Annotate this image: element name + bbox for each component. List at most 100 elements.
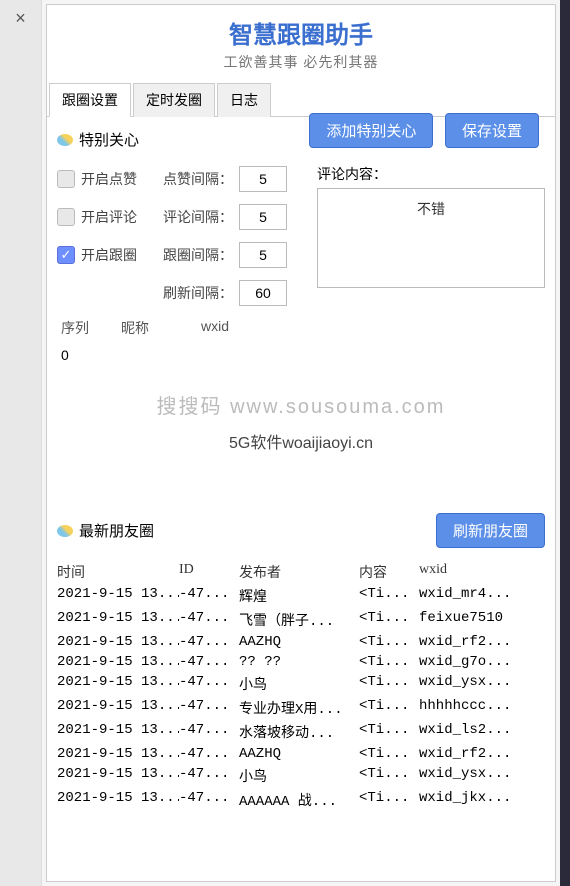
checkbox-like-label: 开启点赞 bbox=[81, 169, 137, 189]
special-table: 序列 昵称 wxid 0 bbox=[57, 316, 545, 370]
cell-wxid: wxid_ysx... bbox=[419, 766, 529, 786]
checkbox-comment-label: 开启评论 bbox=[81, 207, 137, 227]
cell-time: 2021-9-15 13... bbox=[57, 674, 179, 694]
refresh-interval-input[interactable] bbox=[239, 280, 287, 306]
cell-id: -47... bbox=[179, 766, 239, 786]
col-publisher: 发布者 bbox=[239, 562, 359, 582]
cell-time: 2021-9-15 13... bbox=[57, 586, 179, 606]
col-wxid: wxid bbox=[197, 316, 297, 340]
moments-table: 时间 ID 发布者 内容 wxid 2021-9-15 13...-47...辉… bbox=[57, 562, 545, 810]
comment-interval-input[interactable] bbox=[239, 204, 287, 230]
cell-pub: 水落坡移动... bbox=[239, 722, 359, 742]
checkbox-follow[interactable] bbox=[57, 246, 75, 264]
cell-pub: ?? ?? bbox=[239, 654, 359, 670]
table-row[interactable]: 2021-9-15 13...-47...?? ??<Ti...wxid_g7o… bbox=[57, 654, 545, 670]
cell-wxid: feixue7510 bbox=[419, 610, 529, 630]
cell-id: -47... bbox=[179, 790, 239, 810]
cell-time: 2021-9-15 13... bbox=[57, 654, 179, 670]
refresh-interval-label: 刷新间隔： bbox=[157, 283, 233, 303]
cell-time: 2021-9-15 13... bbox=[57, 790, 179, 810]
checkbox-like[interactable] bbox=[57, 170, 75, 188]
follow-interval-label: 跟圈间隔： bbox=[157, 245, 233, 265]
refresh-moments-button[interactable]: 刷新朋友圈 bbox=[436, 513, 545, 548]
cell-cont: <Ti... bbox=[359, 634, 419, 650]
cell-id: -47... bbox=[179, 698, 239, 718]
cell-time: 2021-9-15 13... bbox=[57, 766, 179, 786]
comment-content-label: 评论内容： bbox=[317, 164, 545, 184]
cell-time: 2021-9-15 13... bbox=[57, 722, 179, 742]
cell-wxid: wxid_jkx... bbox=[419, 790, 529, 810]
col-content: 内容 bbox=[359, 562, 419, 582]
cell-id: -47... bbox=[179, 586, 239, 606]
tab-log[interactable]: 日志 bbox=[217, 83, 271, 117]
cell-wxid: wxid_rf2... bbox=[419, 746, 529, 762]
section-icon bbox=[57, 134, 73, 146]
section-title-special: 特别关心 bbox=[79, 129, 139, 150]
tab-schedule[interactable]: 定时发圈 bbox=[133, 83, 215, 117]
cell-cont: <Ti... bbox=[359, 746, 419, 762]
table-row[interactable]: 2021-9-15 13...-47...AAAAAA 战...<Ti...wx… bbox=[57, 790, 545, 810]
cell-cont: <Ti... bbox=[359, 790, 419, 810]
col-wxid: wxid bbox=[419, 562, 529, 582]
right-edge bbox=[560, 0, 570, 886]
cell-pub: AAZHQ bbox=[239, 634, 359, 650]
cell-wxid: hhhhhccc... bbox=[419, 698, 529, 718]
cell-time: 2021-9-15 13... bbox=[57, 634, 179, 650]
cell-id: -47... bbox=[179, 674, 239, 694]
section-icon bbox=[57, 525, 73, 537]
cell-id: -47... bbox=[179, 722, 239, 742]
follow-interval-input[interactable] bbox=[239, 242, 287, 268]
tabs-bar: 跟圈设置 定时发圈 日志 bbox=[47, 82, 555, 117]
app-title: 智慧跟圈助手 bbox=[47, 15, 555, 50]
cell-time: 2021-9-15 13... bbox=[57, 746, 179, 762]
cell-id: -47... bbox=[179, 746, 239, 762]
cell-pub: AAAAAA 战... bbox=[239, 790, 359, 810]
like-interval-input[interactable] bbox=[239, 166, 287, 192]
cell-seq: 0 bbox=[57, 345, 117, 365]
table-row[interactable]: 2021-9-15 13...-47...AAZHQ<Ti...wxid_rf2… bbox=[57, 634, 545, 650]
cell-pub: 辉煌 bbox=[239, 586, 359, 606]
cell-cont: <Ti... bbox=[359, 698, 419, 718]
cell-pub: 专业办理X用... bbox=[239, 698, 359, 718]
tab-settings[interactable]: 跟圈设置 bbox=[49, 83, 131, 117]
cell-pub: AAZHQ bbox=[239, 746, 359, 762]
table-row[interactable]: 0 bbox=[57, 340, 545, 370]
watermark-text: 搜搜码 www.sousouma.com bbox=[57, 390, 545, 419]
cell-time: 2021-9-15 13... bbox=[57, 698, 179, 718]
app-subtitle: 工欲善其事 必先利其器 bbox=[47, 52, 555, 72]
table-row[interactable]: 2021-9-15 13...-47...辉煌<Ti...wxid_mr4... bbox=[57, 586, 545, 606]
table-row[interactable]: 2021-9-15 13...-47...飞雪（胖子...<Ti...feixu… bbox=[57, 610, 545, 630]
comment-interval-label: 评论间隔： bbox=[157, 207, 233, 227]
table-row[interactable]: 2021-9-15 13...-47...AAZHQ<Ti...wxid_rf2… bbox=[57, 746, 545, 762]
cell-pub: 小鸟 bbox=[239, 674, 359, 694]
checkbox-comment[interactable] bbox=[57, 208, 75, 226]
col-seq: 序列 bbox=[57, 316, 117, 340]
watermark-text-2: 5G软件woaijiaoyi.cn bbox=[57, 429, 545, 453]
cell-cont: <Ti... bbox=[359, 610, 419, 630]
cell-pub: 小鸟 bbox=[239, 766, 359, 786]
cell-cont: <Ti... bbox=[359, 722, 419, 742]
save-settings-button[interactable]: 保存设置 bbox=[445, 113, 539, 148]
cell-cont: <Ti... bbox=[359, 674, 419, 694]
cell-pub: 飞雪（胖子... bbox=[239, 610, 359, 630]
like-interval-label: 点赞间隔： bbox=[157, 169, 233, 189]
main-panel: 智慧跟圈助手 工欲善其事 必先利其器 跟圈设置 定时发圈 日志 添加特别关心 保… bbox=[46, 4, 556, 882]
cell-id: -47... bbox=[179, 610, 239, 630]
cell-time: 2021-9-15 13... bbox=[57, 610, 179, 630]
col-id: ID bbox=[179, 562, 239, 582]
section-title-moments: 最新朋友圈 bbox=[79, 520, 154, 541]
table-row[interactable]: 2021-9-15 13...-47...小鸟<Ti...wxid_ysx... bbox=[57, 766, 545, 786]
cell-wxid: wxid_mr4... bbox=[419, 586, 529, 606]
cell-cont: <Ti... bbox=[359, 766, 419, 786]
cell-wxid: wxid_ls2... bbox=[419, 722, 529, 742]
col-time: 时间 bbox=[57, 562, 179, 582]
comment-content-box[interactable]: 不错 bbox=[317, 188, 545, 288]
cell-wxid bbox=[197, 353, 297, 357]
close-icon[interactable]: × bbox=[0, 8, 41, 29]
add-special-button[interactable]: 添加特别关心 bbox=[309, 113, 433, 148]
table-row[interactable]: 2021-9-15 13...-47...专业办理X用...<Ti...hhhh… bbox=[57, 698, 545, 718]
checkbox-follow-label: 开启跟圈 bbox=[81, 245, 137, 265]
cell-cont: <Ti... bbox=[359, 586, 419, 606]
table-row[interactable]: 2021-9-15 13...-47...小鸟<Ti...wxid_ysx... bbox=[57, 674, 545, 694]
table-row[interactable]: 2021-9-15 13...-47...水落坡移动...<Ti...wxid_… bbox=[57, 722, 545, 742]
